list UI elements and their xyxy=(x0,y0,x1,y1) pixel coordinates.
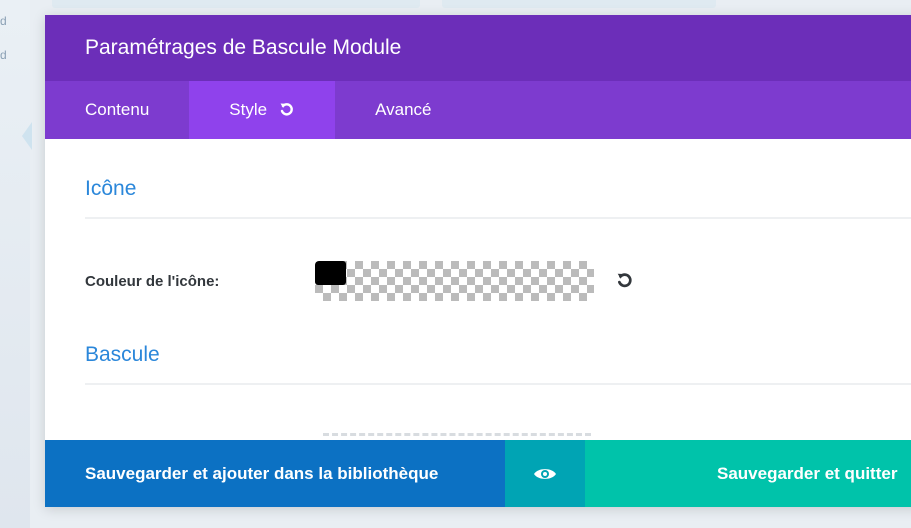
icon-color-row: Couleur de l'icône: xyxy=(85,219,911,343)
preview-button[interactable] xyxy=(505,440,585,507)
section-title-toggle[interactable]: Bascule xyxy=(85,343,911,385)
tab-label: Avancé xyxy=(375,100,432,119)
eye-icon xyxy=(534,468,556,479)
tab-bar: Contenu Style Avancé xyxy=(45,81,911,139)
background-pointer xyxy=(22,122,32,150)
settings-content: Icône Couleur de l'icône: Bascule xyxy=(45,139,911,441)
section-title-icon[interactable]: Icône xyxy=(85,139,911,219)
save-and-quit-button[interactable]: Sauvegarder et quitter xyxy=(585,440,911,507)
tab-style[interactable]: Style xyxy=(189,81,336,139)
background-sidebar: d d xyxy=(0,0,32,528)
tab-advanced[interactable]: Avancé xyxy=(335,81,471,139)
background-panel xyxy=(442,0,716,8)
reset-icon[interactable] xyxy=(279,102,295,118)
modal-header: Paramétrages de Bascule Module xyxy=(45,15,911,81)
field-label: Couleur de l'icône: xyxy=(85,272,220,290)
reset-icon[interactable] xyxy=(616,272,634,290)
button-label: Sauvegarder et ajouter dans la bibliothè… xyxy=(85,463,439,483)
tab-content[interactable]: Contenu xyxy=(45,81,189,139)
button-label: Sauvegarder et quitter xyxy=(717,463,898,483)
modal-footer: Sauvegarder et ajouter dans la bibliothè… xyxy=(45,440,911,507)
save-to-library-button[interactable]: Sauvegarder et ajouter dans la bibliothè… xyxy=(45,440,505,507)
icon-color-picker[interactable] xyxy=(315,261,594,301)
tab-label: Style xyxy=(229,100,268,119)
color-swatch[interactable] xyxy=(315,261,346,285)
settings-modal: Paramétrages de Bascule Module Contenu S… xyxy=(45,15,911,507)
background-text: d xyxy=(0,14,7,28)
background-panel xyxy=(52,0,420,8)
tab-label: Contenu xyxy=(85,100,150,119)
background-text: d xyxy=(0,48,7,62)
modal-title: Paramétrages de Bascule Module xyxy=(85,36,402,59)
